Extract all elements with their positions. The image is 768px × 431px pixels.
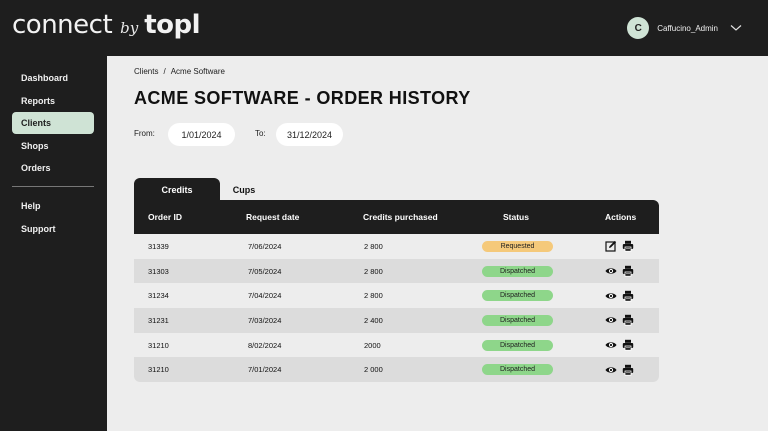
- table-row: 31210 8/02/2024 2000 Dispatched: [134, 332, 659, 358]
- brand-by: by: [120, 19, 139, 37]
- sidebar-item-orders[interactable]: Orders: [12, 157, 94, 179]
- table-row: 31339 7/06/2024 2 800 Requested: [134, 234, 659, 259]
- orders-table: Order ID Request date Credits purchased …: [134, 200, 659, 383]
- top-bar: connect by topl C Caffucino_Admin: [0, 0, 768, 56]
- cell-actions: [605, 357, 634, 382]
- header-request-date: Request date: [246, 212, 300, 222]
- cell-credits: 2000: [364, 340, 381, 350]
- cell-credits: 2 800: [364, 291, 383, 301]
- printer-icon[interactable]: [622, 265, 634, 277]
- cell-request-date: 7/05/2024: [248, 266, 282, 276]
- brand-logo[interactable]: connect by topl: [12, 10, 201, 40]
- eye-icon[interactable]: [605, 265, 617, 277]
- sidebar-item-reports[interactable]: Reports: [12, 90, 94, 112]
- cell-order-id: 31231: [148, 315, 169, 325]
- user-menu[interactable]: C Caffucino_Admin: [627, 17, 742, 39]
- sidebar-item-support[interactable]: Support: [12, 218, 94, 240]
- printer-icon[interactable]: [622, 339, 634, 351]
- cell-order-id: 31210: [148, 340, 169, 350]
- status-badge: Dispatched: [482, 265, 553, 277]
- tab-cups[interactable]: Cups: [220, 178, 268, 201]
- to-label: To:: [255, 129, 266, 138]
- table-row: 31231 7/03/2024 2 400 Dispatched: [134, 308, 659, 333]
- cell-order-id: 31339: [148, 241, 169, 251]
- main-content: Clients / Acme Software ACME SOFTWARE - OR…: [107, 56, 768, 431]
- from-date-input[interactable]: [168, 123, 235, 146]
- printer-icon[interactable]: [622, 290, 634, 302]
- breadcrumb-current: Acme Software: [170, 67, 225, 76]
- cell-status: Requested: [482, 234, 553, 259]
- status-badge: Dispatched: [482, 314, 553, 326]
- cell-order-id: 31210: [148, 365, 169, 375]
- cell-request-date: 7/01/2024: [248, 365, 282, 375]
- cell-order-id: 31234: [148, 291, 169, 301]
- status-badge: Dispatched: [482, 339, 553, 351]
- printer-icon[interactable]: [622, 240, 634, 252]
- sidebar-item-dashboard[interactable]: Dashboard: [12, 67, 94, 89]
- sidebar-item-clients[interactable]: Clients: [12, 112, 94, 134]
- header-order-id: Order ID: [148, 212, 183, 222]
- status-badge: Requested: [482, 240, 553, 252]
- cell-status: Dispatched: [482, 259, 553, 284]
- from-label: From:: [134, 129, 155, 138]
- cell-credits: 2 800: [364, 241, 383, 251]
- status-badge: Dispatched: [482, 364, 553, 376]
- printer-icon[interactable]: [622, 314, 634, 327]
- sidebar: Dashboard Reports Clients Shops Orders H…: [0, 56, 107, 431]
- cell-actions: [605, 283, 634, 308]
- cell-order-id: 31303: [148, 266, 169, 276]
- cell-status: Dispatched: [482, 308, 553, 333]
- eye-icon[interactable]: [605, 290, 617, 302]
- sidebar-item-help[interactable]: Help: [12, 195, 94, 217]
- table-row: 31210 7/01/2024 2 000 Dispatched: [134, 357, 659, 383]
- tab-credits[interactable]: Credits: [134, 178, 220, 201]
- sidebar-item-shops[interactable]: Shops: [12, 135, 94, 157]
- username: Caffucino_Admin: [657, 23, 718, 33]
- breadcrumb-parent[interactable]: Clients: [134, 67, 158, 76]
- cell-credits: 2 400: [364, 315, 383, 325]
- table-row: 31303 7/05/2024 2 800 Dispatched: [134, 258, 659, 284]
- cell-request-date: 8/02/2024: [248, 340, 282, 350]
- cell-actions: [605, 234, 634, 259]
- eye-icon[interactable]: [605, 364, 617, 376]
- cell-request-date: 7/06/2024: [248, 241, 282, 251]
- cell-actions: [605, 333, 634, 358]
- sidebar-divider: [12, 186, 94, 187]
- header-status: Status: [503, 212, 529, 222]
- cell-request-date: 7/03/2024: [248, 315, 282, 325]
- chevron-down-icon[interactable]: [730, 24, 742, 32]
- cell-actions: [605, 259, 634, 284]
- brand-topl: topl: [144, 10, 201, 40]
- header-credits-purchased: Credits purchased: [363, 212, 438, 222]
- cell-actions: [605, 308, 634, 333]
- brand-connect: connect: [12, 10, 113, 40]
- cell-request-date: 7/04/2024: [248, 291, 282, 301]
- avatar: C: [627, 17, 650, 39]
- eye-icon[interactable]: [605, 314, 617, 326]
- cell-status: Dispatched: [482, 283, 553, 308]
- printer-icon[interactable]: [622, 364, 634, 376]
- to-date-input[interactable]: [276, 123, 343, 146]
- page-title: ACME SOFTWARE - ORDER HISTORY: [134, 88, 471, 108]
- header-actions: Actions: [605, 212, 637, 222]
- cell-credits: 2 000: [364, 365, 383, 375]
- cell-status: Dispatched: [482, 333, 553, 358]
- breadcrumb: Clients / Acme Software: [134, 67, 225, 76]
- table-header: Order ID Request date Credits purchased …: [134, 200, 659, 234]
- eye-icon[interactable]: [605, 339, 617, 351]
- table-row: 31234 7/04/2024 2 800 Dispatched: [134, 283, 659, 309]
- cell-status: Dispatched: [482, 357, 553, 382]
- status-badge: Dispatched: [482, 290, 553, 302]
- cell-credits: 2 800: [364, 266, 383, 276]
- edit-icon[interactable]: [605, 240, 617, 252]
- breadcrumb-separator: /: [163, 67, 166, 76]
